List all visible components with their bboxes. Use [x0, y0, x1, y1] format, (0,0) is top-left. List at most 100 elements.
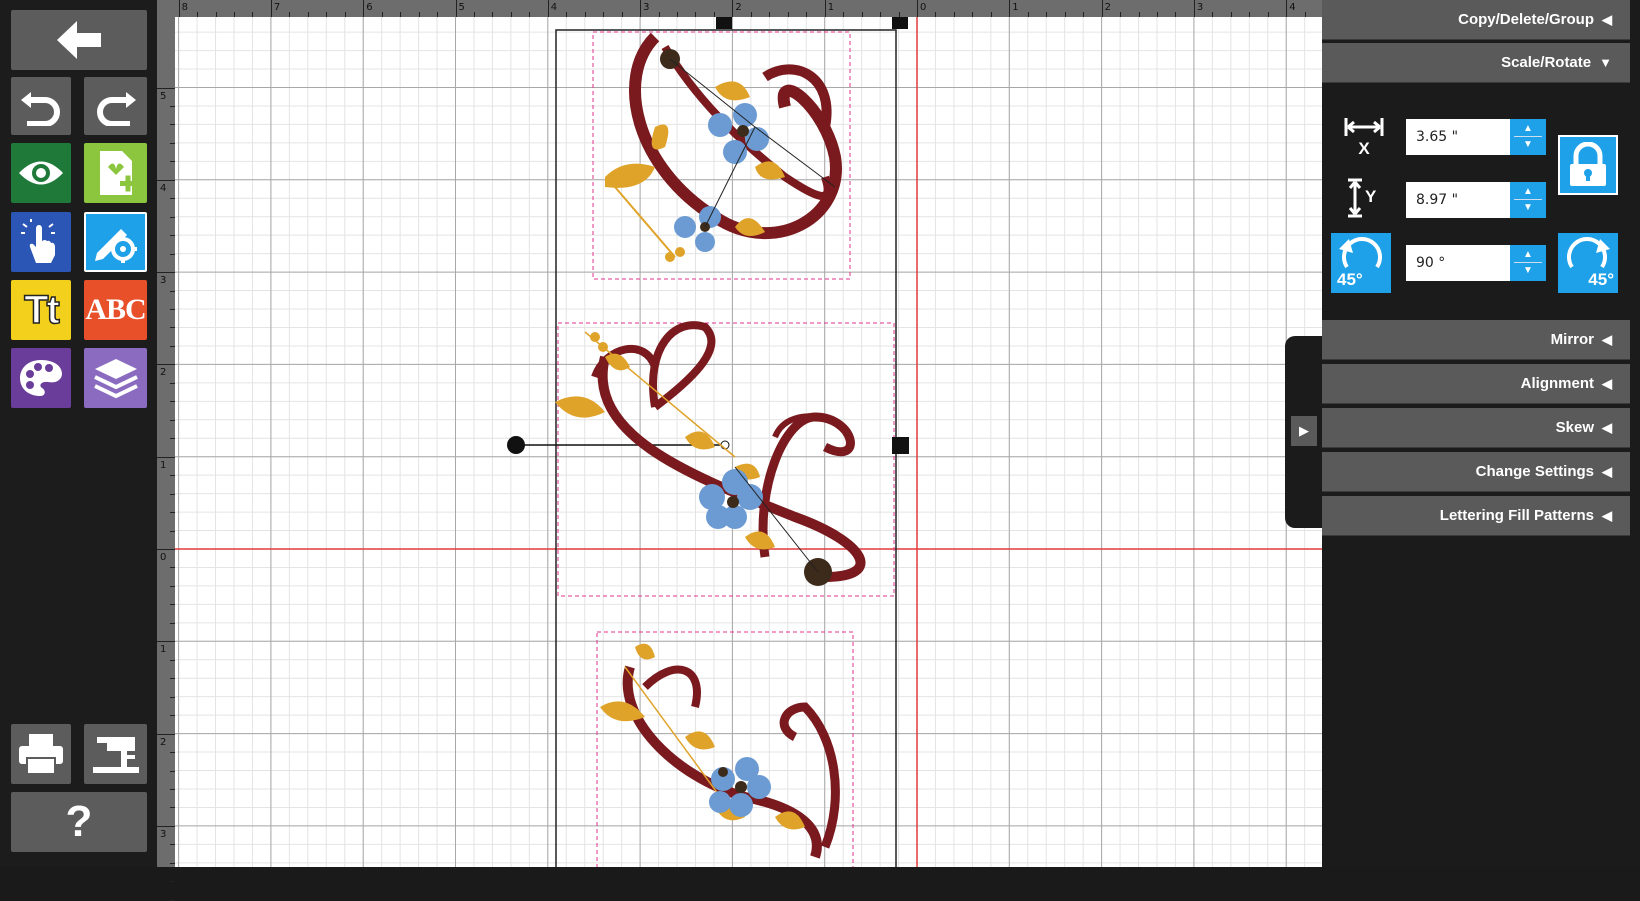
rotate-right-label: 45° [1588, 270, 1614, 289]
ruler-top: 8 7 6 5 4 3 2 1 0 1 2 3 4 [157, 0, 1362, 18]
ruler-tick-minor [170, 881, 175, 883]
undo-button[interactable] [11, 77, 71, 135]
layers-button[interactable] [84, 348, 147, 408]
touch-select-icon [21, 219, 55, 263]
chevron-down-icon: ▼ [1599, 55, 1612, 70]
stepper-down-icon[interactable]: ▼ [1523, 264, 1533, 278]
ruler-tick [455, 0, 457, 17]
chevron-left-icon: ◀ [1602, 375, 1612, 391]
ruler-tick [157, 364, 175, 366]
ruler-tick [1193, 0, 1195, 17]
rotate-right-button[interactable]: 45° [1558, 233, 1618, 293]
ruler-tick [363, 0, 365, 17]
ruler-top-label: 1 [1012, 2, 1019, 13]
aspect-lock-button[interactable] [1558, 135, 1618, 195]
select-button[interactable] [11, 212, 71, 272]
section-label: Skew [1555, 419, 1594, 436]
undo-icon [21, 92, 60, 126]
rotation-input[interactable] [1406, 247, 1518, 279]
section-change-settings[interactable]: Change Settings ◀ [1322, 452, 1630, 492]
add-design-icon [99, 151, 136, 195]
width-icon: X [1344, 116, 1384, 158]
rotate-left-button[interactable]: 45° [1331, 233, 1391, 293]
edit-settings-icon [94, 229, 137, 263]
panel-toggle-button[interactable]: ▶ [1291, 416, 1317, 446]
text-button[interactable]: Tt [11, 280, 71, 340]
section-label: Copy/Delete/Group [1458, 11, 1594, 28]
y-label: Y [1365, 187, 1377, 206]
stepper-down-icon[interactable]: ▼ [1523, 201, 1533, 215]
colors-button[interactable] [11, 348, 71, 408]
section-lettering-fill-patterns[interactable]: Lettering Fill Patterns ◀ [1322, 496, 1630, 536]
section-copy-delete-group[interactable]: Copy/Delete/Group ◀ [1322, 0, 1630, 40]
ruler-tick [1101, 0, 1103, 17]
width-stepper[interactable]: ▲ ▼ [1510, 119, 1546, 155]
height-field[interactable]: ▲▼ [1406, 182, 1546, 218]
rotation-field[interactable]: ▲▼ [1406, 245, 1546, 281]
stepper-down-icon[interactable]: ▼ [1523, 138, 1533, 152]
text-icon: Tt [23, 287, 60, 333]
section-skew[interactable]: Skew ◀ [1322, 408, 1630, 448]
rotate-handle [507, 436, 525, 454]
section-scale-rotate[interactable]: Scale/Rotate ▼ [1322, 43, 1630, 83]
embroidery-design[interactable] [175, 17, 1322, 867]
ruler-tick [824, 0, 826, 17]
back-button[interactable] [11, 10, 147, 70]
add-design-button[interactable] [84, 143, 147, 203]
design-canvas[interactable] [175, 17, 1322, 867]
monogram-button[interactable]: ABC [84, 280, 147, 340]
ruler-left-label: 3 [160, 828, 167, 840]
ruler-top-label: 7 [273, 2, 281, 13]
ruler-top-label: 6 [366, 2, 373, 13]
ruler-tick [157, 272, 175, 274]
stepper-up-icon[interactable]: ▲ [1523, 185, 1533, 199]
sew-button[interactable] [84, 724, 147, 784]
view-button[interactable] [11, 143, 71, 203]
section-label: Mirror [1550, 331, 1594, 348]
stepper-up-icon[interactable]: ▲ [1523, 122, 1533, 136]
motif-bottom [600, 643, 840, 859]
ruler-top-label: 5 [458, 2, 465, 13]
ruler-left-label: 4 [160, 182, 167, 194]
ruler-left-label: 1 [160, 459, 167, 471]
ruler-tick [178, 0, 180, 17]
ruler-left-label: 3 [160, 275, 167, 287]
monogram-icon: ABC [85, 293, 146, 326]
redo-button[interactable] [84, 77, 147, 135]
ruler-top-label: 3 [1196, 2, 1204, 13]
section-mirror[interactable]: Mirror ◀ [1322, 320, 1630, 360]
ruler-tick [917, 0, 918, 17]
height-input[interactable] [1406, 184, 1518, 216]
ruler-top-label: 1 [827, 2, 835, 13]
section-alignment[interactable]: Alignment ◀ [1322, 364, 1630, 404]
ruler-left-label: 0 [160, 552, 167, 563]
width-input[interactable] [1406, 121, 1518, 153]
chevron-left-icon: ◀ [1602, 331, 1612, 347]
resize-handle-corner [892, 17, 908, 29]
stepper-up-icon[interactable]: ▲ [1523, 248, 1533, 262]
ruler-top-label: 4 [1289, 2, 1296, 13]
ruler-top-label: 4 [550, 2, 558, 13]
height-icon: Y [1344, 178, 1384, 218]
section-label: Change Settings [1475, 463, 1594, 480]
ruler-left-label: 2 [160, 367, 167, 379]
ruler-tick [640, 0, 642, 17]
ruler-left-label: 2 [160, 736, 167, 748]
help-button[interactable]: ? [11, 792, 147, 852]
section-label: Alignment [1520, 375, 1594, 392]
resize-handle-top [716, 17, 732, 29]
chevron-right-icon: ▶ [1299, 423, 1309, 438]
edit-button[interactable] [84, 212, 147, 272]
section-label: Scale/Rotate [1501, 54, 1592, 71]
eye-icon [19, 161, 63, 185]
ruler-tick [1009, 0, 1011, 17]
print-button[interactable] [11, 724, 71, 784]
right-panel: Copy/Delete/Group ◀ Scale/Rotate ▼ X ▲▼ … [1322, 0, 1640, 867]
ruler-top-label: 8 [181, 2, 188, 13]
width-field[interactable]: ▲▼ [1406, 119, 1546, 155]
height-stepper[interactable]: ▲ ▼ [1510, 182, 1546, 218]
rotation-stepper[interactable]: ▲ ▼ [1510, 245, 1546, 281]
rotate-right-icon [1567, 237, 1610, 269]
redo-icon [96, 92, 136, 126]
ruler-left: 5 4 3 2 1 0 1 2 3 [157, 17, 175, 901]
